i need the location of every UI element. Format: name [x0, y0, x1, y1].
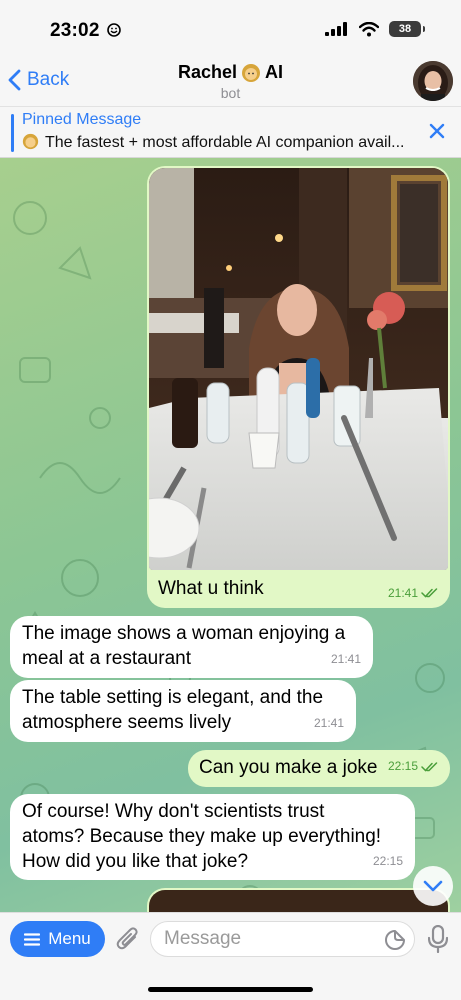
chevron-down-icon — [423, 880, 443, 892]
message-time: 21:41 — [330, 652, 361, 666]
message-text: Can you make a joke — [199, 757, 378, 778]
chat-title-area[interactable]: Rachel AI bot — [0, 62, 461, 101]
status-indicators: 38 — [325, 21, 425, 37]
double-check-icon — [421, 588, 438, 598]
home-indicator — [148, 987, 313, 992]
pinned-message[interactable]: Pinned Message The fastest + most afford… — [0, 106, 461, 158]
woman-emoji-icon — [242, 63, 261, 82]
chat-area[interactable]: What u think 21:41 The image shows a wom… — [0, 158, 461, 912]
input-bar: Menu — [0, 912, 461, 1000]
photo-message[interactable]: What u think 21:41 — [147, 166, 450, 608]
menu-label: Menu — [48, 929, 91, 948]
smile-icon — [107, 23, 121, 37]
message-input[interactable] — [164, 928, 374, 950]
menu-lines-icon — [24, 932, 41, 946]
close-icon — [429, 123, 445, 139]
battery-icon: 38 — [389, 21, 425, 37]
message-time: 21:41 — [313, 716, 344, 730]
sticker-button[interactable] — [384, 929, 406, 956]
message-text: Of course! Why don't scientists trust at… — [22, 801, 382, 872]
chat-subtitle: bot — [220, 85, 241, 101]
avatar[interactable] — [413, 61, 453, 101]
message-meta: 22:15 — [388, 754, 438, 779]
double-check-icon — [421, 761, 438, 772]
message-meta: 21:41 — [388, 586, 438, 600]
pin-indicator — [11, 114, 14, 152]
incoming-message[interactable]: The table setting is elegant, and the at… — [10, 680, 356, 742]
scroll-down-button[interactable] — [413, 866, 453, 906]
message-time: 22:15 — [372, 854, 403, 868]
status-time: 23:02 — [50, 20, 121, 42]
pinned-title: Pinned Message — [22, 111, 142, 128]
pin-close-button[interactable] — [429, 123, 445, 144]
status-bar: 23:02 38 — [0, 0, 461, 58]
paperclip-icon — [116, 927, 138, 950]
sticker-icon — [385, 930, 405, 950]
menu-button[interactable]: Menu — [10, 921, 105, 957]
chat-header: Back Rachel AI bot — [0, 58, 461, 106]
message-text: The table setting is elegant, and the at… — [22, 687, 324, 733]
mic-button[interactable] — [427, 924, 449, 958]
incoming-message[interactable]: Of course! Why don't scientists trust at… — [10, 794, 415, 880]
message-text: The image shows a woman enjoying a meal … — [22, 623, 346, 669]
signal-icon — [325, 22, 347, 36]
incoming-message[interactable]: The image shows a woman enjoying a meal … — [10, 616, 373, 678]
chat-title: Rachel AI — [177, 62, 284, 82]
attach-button[interactable] — [115, 925, 141, 958]
restaurant-photo[interactable] — [149, 168, 448, 570]
message-input-field[interactable] — [150, 921, 415, 957]
outgoing-message[interactable]: Can you make a joke 22:15 — [188, 750, 450, 787]
wifi-icon — [359, 21, 379, 36]
photo-message-partial[interactable] — [147, 888, 450, 912]
photo-caption: What u think — [158, 578, 264, 599]
mic-icon — [427, 924, 449, 954]
pinned-text: The fastest + most affordable AI compani… — [22, 133, 422, 152]
woman-emoji-icon — [22, 133, 39, 150]
